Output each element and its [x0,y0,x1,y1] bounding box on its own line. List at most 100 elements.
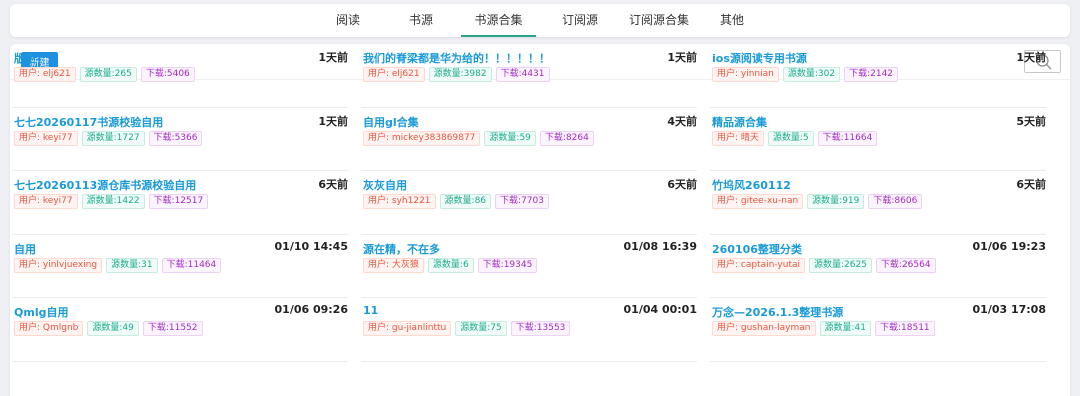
collection-tags: 用户: captain-yutai 源数量:2625 下载:26564 [712,257,936,273]
tab-source-collections[interactable]: 书源合集 [461,4,536,37]
source-count-tag: 源数量:1422 [81,194,145,209]
collection-time: 1天前 [667,51,697,64]
collection-title[interactable]: 我们的脊梁都是华为给的！！！！！！ [363,50,633,66]
collection-title[interactable]: ios源阅读专用书源 [712,50,982,66]
collection-time: 6天前 [318,178,348,191]
collection-title[interactable]: 竹坞风260112 [712,177,982,193]
download-count-tag: 下载:11552 [142,321,203,336]
collection-card: 精品源合集 5天前用户: 晴天 源数量:5 下载:11664 [710,108,1046,171]
download-count-tag: 下载:11664 [817,130,878,146]
collection-time: 4天前 [667,114,697,128]
collection-title[interactable]: 自用 [14,241,284,257]
top-navigation: 阅读 书源 书源合集 订阅源 订阅源合集 其他 [10,4,1070,37]
source-count-tag: 源数量:3982 [428,67,492,82]
download-count-tag: 下载:19345 [477,257,538,273]
user-tag: 用户: elj621 [14,67,76,82]
collection-card: 我们的脊梁都是华为给的！！！！！！ 1天前用户: elj621 源数量:3982 下载… [361,44,697,108]
user-tag: 用户: gushan-layman [712,321,816,336]
download-count-tag: 下载:2142 [844,67,899,82]
collection-time: 01/08 16:39 [623,239,697,253]
download-count-tag: 下载:5406 [140,67,195,82]
collection-card: 万念—2026.1.3整理书源 01/03 17:08 用户: gushan-lay… [710,298,1046,362]
collection-title[interactable]: 七七20260117书源校验自用 [14,114,284,130]
collection-card: 260106整理分类 01/06 19:23 用户: captain-yutai 源数… [710,235,1046,298]
source-count-tag: 源数量:86 [439,194,492,209]
collection-title[interactable]: 源在精，不在多 [363,241,633,257]
collection-time: 6天前 [1016,178,1046,191]
user-tag: 用户: syh1221 [363,194,436,209]
collection-time: 1天前 [318,114,348,128]
collection-time: 01/03 17:08 [972,303,1046,316]
collection-tags: 用户: keyi77 源数量:1727 下载:5366 [14,130,203,146]
collection-card: 七七20260113源仓库书源校验自用 6天前用户: keyi77 源数量:1422… [12,171,348,235]
collection-card: 灰灰自用 6天前用户: syh1221 源数量:86 下载:7703 [361,171,697,235]
collection-title[interactable]: 260106整理分类 [712,241,982,257]
download-count-tag: 下载:18511 [875,321,935,336]
collection-tags: 用户: yinnian 源数量:302 下载:2142 [712,67,899,82]
download-count-tag: 下载:7703 [495,194,549,209]
source-count-tag: 源数量:6 [427,257,474,273]
source-count-tag: 源数量:49 [87,321,139,336]
collection-card: 自用gl合集 4天前用户: mickey383869877 源数量:59 下载:826… [361,108,697,171]
tab-book-sources[interactable]: 书源 [401,4,441,37]
user-tag: 用户: keyi77 [14,194,78,209]
tab-reading[interactable]: 阅读 [328,4,368,37]
source-count-tag: 源数量:75 [455,321,507,336]
download-count-tag: 下载:26564 [875,257,936,273]
collection-tags: 用户: gushan-layman 源数量:41 下载:18511 [712,321,935,336]
source-count-tag: 源数量:1727 [81,130,145,146]
collection-title[interactable]: Qmlg自用 [14,304,284,320]
collection-tags: 用户: elj621 源数量:3982 下载:4431 [363,67,550,82]
collection-time: 01/10 14:45 [274,239,348,253]
user-tag: 用户: mickey383869877 [363,130,481,146]
collection-title[interactable]: 灰灰自用 [363,177,633,193]
source-count-tag: 源数量:5 [767,130,814,146]
collection-tags: 用户: mickey383869877 源数量:59 下载:8264 [363,130,594,146]
collection-time: 1天前 [1016,51,1046,64]
collection-tags: 用户: 晴天 源数量:5 下载:11664 [712,130,878,146]
collection-card: 11 01/04 00:01 用户: gu-jianlinttu 源数量:75 下载:1… [361,298,697,362]
source-count-tag: 源数量:2625 [808,257,872,273]
download-count-tag: 下载:13553 [510,321,571,336]
download-count-tag: 下载:12517 [148,194,209,209]
collection-tags: 用户: Qmlgnb 源数量:49 下载:11552 [14,321,203,336]
user-tag: 用户: 大灰狼 [363,257,424,273]
download-count-tag: 下载:8606 [868,194,923,209]
user-tag: 用户: keyi77 [14,130,78,146]
collection-title[interactable]: 精品源合集 [712,114,982,130]
collection-title[interactable]: 自用gl合集 [363,114,633,130]
collection-time: 01/06 19:23 [972,239,1046,253]
download-count-tag: 下载:5366 [148,130,203,146]
collection-title[interactable]: 七七20260113源仓库书源校验自用 [14,177,284,193]
collection-title[interactable]: 11 [363,304,633,317]
download-count-tag: 下载:4431 [495,67,550,82]
collection-card: Qmlg自用 01/06 09:26 用户: Qmlgnb 源数量:49 下载:1155… [12,298,348,362]
collection-tags: 用户: gu-jianlinttu 源数量:75 下载:13553 [363,321,571,336]
tab-subscription-collections[interactable]: 订阅源合集 [619,4,699,37]
tab-other[interactable]: 其他 [712,4,752,37]
collection-time: 01/04 00:01 [623,303,697,316]
collection-card: 源在精，不在多 01/08 16:39 用户: 大灰狼 源数量:6 下载:19345 [361,235,697,298]
user-tag: 用户: gitee-xu-nan [712,194,804,209]
collection-time: 1天前 [318,51,348,64]
collection-time: 6天前 [667,178,697,191]
collection-title[interactable]: 万念—2026.1.3整理书源 [712,304,982,320]
collection-tags: 用户: elj621 源数量:265 下载:5406 [14,67,195,82]
collection-tags: 用户: keyi77 源数量:1422 下载:12517 [14,194,209,209]
collection-tags: 用户: yinlvjuexing 源数量:31 下载:11464 [14,257,222,273]
collection-time: 5天前 [1016,114,1046,128]
collection-card: 竹坞风260112 6天前用户: gitee-xu-nan 源数量:919 下载:86… [710,171,1046,235]
source-count-tag: 源数量:265 [79,67,137,82]
user-tag: 用户: 晴天 [712,130,764,146]
source-count-tag: 源数量:31 [106,257,158,273]
collection-time: 01/06 09:26 [274,303,348,316]
source-count-tag: 源数量:41 [819,321,871,336]
source-count-tag: 源数量:919 [807,194,865,209]
tab-subscriptions[interactable]: 订阅源 [555,4,605,37]
collection-tags: 用户: 大灰狼 源数量:6 下载:19345 [363,257,538,273]
download-count-tag: 下载:8264 [539,130,594,146]
collection-card: 版主 1天前用户: elj621 源数量:265 下载:5406 [12,44,348,108]
collection-title[interactable]: 版主 [14,50,284,66]
collection-card: 七七20260117书源校验自用 1天前用户: keyi77 源数量:1727 下载:… [12,108,348,171]
user-tag: 用户: elj621 [363,67,425,82]
